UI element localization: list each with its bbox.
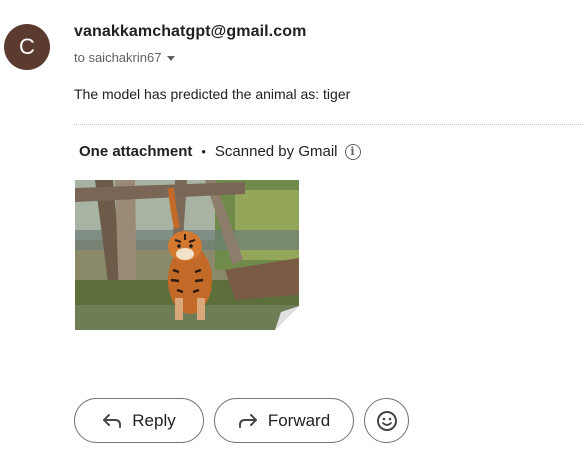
forward-label: Forward [267,410,331,430]
reply-icon [103,413,122,428]
forward-icon [238,413,257,428]
attachment-thumbnail[interactable] [75,180,299,330]
reply-button[interactable]: Reply [74,398,204,443]
forward-button[interactable]: Forward [214,398,354,443]
tiger-image [75,180,299,330]
chevron-down-icon[interactable] [167,56,176,61]
attachment-header: One attachment • Scanned by Gmail i [79,143,361,160]
sender-email[interactable]: vanakkamchatgpt@gmail.com [74,23,306,41]
message-body: The model has predicted the animal as: t… [74,86,351,102]
avatar-letter: C [19,34,35,59]
emoji-icon [376,410,397,431]
sender-avatar[interactable]: C [4,24,50,70]
info-icon[interactable]: i [344,143,361,160]
scan-status: Scanned by Gmail [214,143,338,160]
attachment-divider [74,124,583,125]
recipient-label: to saichakrin67 [74,50,162,65]
separator-dot: • [201,144,206,159]
reply-label: Reply [132,410,176,430]
emoji-reaction-button[interactable] [364,398,409,443]
attachment-count: One attachment [79,143,193,160]
recipient-line[interactable]: to saichakrin67 [74,50,176,65]
